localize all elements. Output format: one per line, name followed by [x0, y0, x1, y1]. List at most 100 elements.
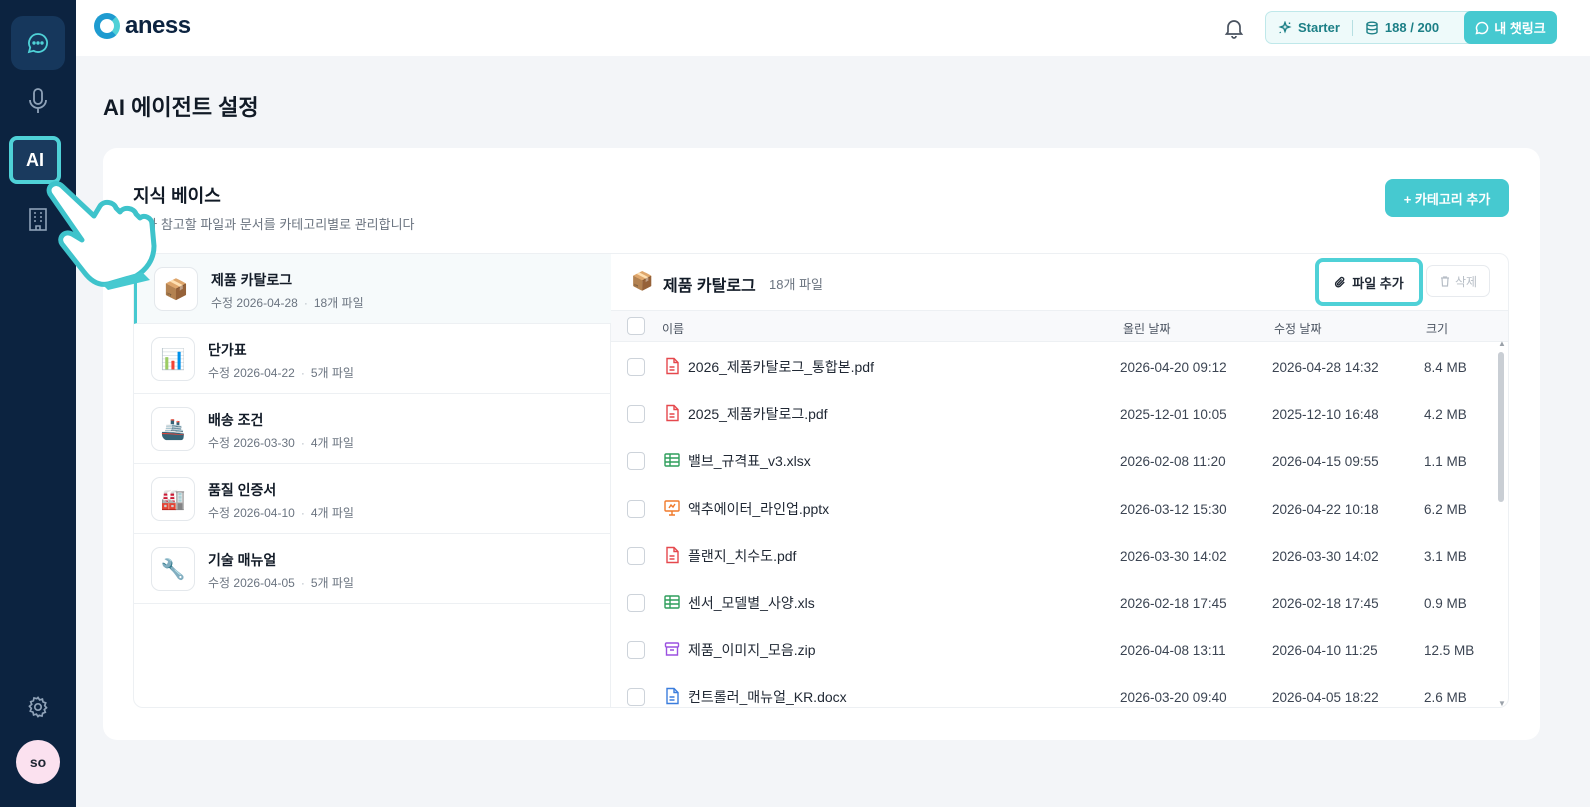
sheet-file-icon: [664, 593, 680, 611]
usage-count: 188 / 200: [1384, 20, 1440, 35]
file-row[interactable]: 2026_제품카탈로그_통합본.pdf 2026-04-20 09:12 2026-…: [611, 343, 1495, 390]
trash-icon: [1440, 276, 1449, 287]
row-checkbox[interactable]: [627, 499, 645, 518]
file-count: 18개 파일: [769, 277, 823, 292]
file-pane: 📦 제품 카탈로그 18개 파일 파일 추가 삭제 이름 올린 날짜 수정 날짜…: [611, 254, 1508, 707]
file-row[interactable]: 컨트롤러_매뉴얼_KR.docx 2026-03-20 09:40 2026-04-…: [611, 673, 1495, 707]
file-row[interactable]: 플랜지_치수도.pdf 2026-03-30 14:02 2026-03-30 14…: [611, 532, 1495, 579]
category-name: 배송 조건: [208, 412, 264, 428]
box-icon: 📦: [631, 271, 654, 291]
file-size: 2.6 MB: [1424, 690, 1467, 706]
doc-file-icon: [664, 687, 680, 705]
category-item[interactable]: 📦 제품 카탈로그 수정 2026-04-28 · 18개 파일: [134, 254, 611, 324]
file-pane-header: 📦 제품 카탈로그 18개 파일 파일 추가 삭제: [611, 254, 1508, 310]
file-row[interactable]: 액추에이터_라인업.pptx 2026-03-12 15:30 2026-04-22…: [611, 485, 1495, 532]
category-meta: 수정 2026-04-28 · 18개 파일: [211, 294, 364, 311]
category-modified: 수정 2026-04-28: [211, 296, 298, 310]
file-name[interactable]: 컨트롤러_매뉴얼_KR.docx: [688, 687, 847, 707]
file-table-header: 이름 올린 날짜 수정 날짜 크기: [611, 310, 1508, 342]
file-modified: 2026-04-05 18:22: [1272, 690, 1379, 706]
file-name[interactable]: 센서_모델별_사양.xls: [688, 593, 815, 613]
category-count: 18개 파일: [313, 296, 364, 310]
file-uploaded: 2026-04-20 09:12: [1120, 360, 1227, 375]
file-name[interactable]: 제품_이미지_모음.zip: [688, 640, 816, 660]
file-row[interactable]: 2025_제품카탈로그.pdf 2025-12-01 10:05 2025-12-1…: [611, 390, 1495, 437]
chat-nav-button[interactable]: [11, 16, 65, 70]
row-checkbox[interactable]: [627, 641, 645, 660]
row-checkbox[interactable]: [627, 546, 645, 565]
file-scrollbar[interactable]: ▲ ▼: [1498, 340, 1506, 707]
category-item[interactable]: 🚢 배송 조건 수정 2026-03-30 · 4개 파일: [134, 394, 611, 464]
row-checkbox[interactable]: [627, 358, 645, 376]
category-icon: 🚢: [151, 407, 195, 451]
knowledge-base-card: 지식 베이스 AI가 참고할 파일과 문서를 카테고리별로 관리합니다 + 카테…: [103, 148, 1540, 740]
file-modified: 2026-04-10 11:25: [1272, 643, 1378, 659]
file-size: 4.2 MB: [1424, 407, 1467, 423]
row-checkbox[interactable]: [627, 688, 645, 707]
zip-file-icon: [664, 640, 680, 658]
row-checkbox[interactable]: [627, 594, 645, 612]
bell-icon: [1224, 20, 1244, 39]
file-name[interactable]: 2025_제품카탈로그.pdf: [688, 404, 828, 424]
category-name: 품질 인증서: [208, 482, 277, 498]
kb-subtitle: AI가 참고할 파일과 문서를 카테고리별로 관리합니다: [133, 217, 415, 232]
file-name[interactable]: 플랜지_치수도.pdf: [688, 546, 796, 566]
delete-label: 삭제: [1454, 274, 1478, 289]
category-icon: 🏭: [151, 477, 195, 521]
scroll-up-arrow[interactable]: ▲: [1498, 340, 1506, 348]
category-icon: 🔧: [151, 547, 195, 591]
scroll-down-arrow[interactable]: ▼: [1498, 700, 1506, 708]
row-checkbox[interactable]: [627, 405, 645, 424]
file-row[interactable]: 밸브_규격표_v3.xlsx 2026-02-08 11:20 2026-04-15…: [611, 437, 1495, 484]
file-size: 8.4 MB: [1424, 360, 1467, 375]
file-name[interactable]: 밸브_규격표_v3.xlsx: [688, 451, 811, 471]
brand-logo[interactable]: aness: [94, 12, 191, 40]
col-uploaded[interactable]: 올린 날짜: [1123, 320, 1171, 337]
user-avatar[interactable]: so: [16, 740, 60, 784]
my-chatlink-button[interactable]: 내 챗링크: [1464, 11, 1557, 44]
file-size: 0.9 MB: [1424, 596, 1467, 611]
file-name[interactable]: 액추에이터_라인업.pptx: [688, 499, 829, 519]
meta-separator: ·: [300, 436, 305, 450]
col-size[interactable]: 크기: [1426, 320, 1448, 337]
plan-name: Starter: [1298, 20, 1340, 35]
add-category-button[interactable]: + 카테고리 추가: [1385, 179, 1509, 217]
file-uploaded: 2026-04-08 13:11: [1120, 643, 1226, 659]
select-all-checkbox[interactable]: [627, 317, 645, 335]
file-name[interactable]: 2026_제품카탈로그_통합본.pdf: [688, 357, 874, 377]
pdf-file-icon: [664, 404, 680, 422]
file-uploaded: 2026-03-30 14:02: [1120, 548, 1227, 564]
sidebar: AI so: [0, 0, 76, 807]
category-icon: 📊: [151, 337, 195, 381]
row-checkbox[interactable]: [627, 452, 645, 471]
file-modified: 2026-04-15 09:55: [1272, 454, 1379, 470]
pdf-file-icon: [664, 357, 680, 375]
logo-ring-icon: [94, 13, 120, 39]
category-item[interactable]: 🔧 기술 매뉴얼 수정 2026-04-05 · 5개 파일: [134, 534, 611, 604]
meta-separator: ·: [300, 576, 305, 590]
file-modified: 2026-04-28 14:32: [1272, 360, 1379, 375]
col-modified[interactable]: 수정 날짜: [1274, 320, 1322, 337]
add-file-button[interactable]: 파일 추가: [1315, 258, 1423, 306]
file-row[interactable]: 제품_이미지_모음.zip 2026-04-08 13:11 2026-04-10 …: [611, 626, 1495, 673]
file-modified: 2026-03-30 14:02: [1272, 548, 1379, 564]
database-icon: [1366, 21, 1378, 35]
category-modified: 수정 2026-04-05: [208, 576, 295, 590]
settings-nav-button[interactable]: [11, 680, 65, 734]
category-list: 📦 제품 카탈로그 수정 2026-04-28 · 18개 파일 📊 단가표 수정 2026-…: [134, 254, 611, 707]
delete-button[interactable]: 삭제: [1426, 265, 1490, 297]
category-meta: 수정 2026-04-22 · 5개 파일: [208, 364, 354, 381]
file-row[interactable]: 센서_모델별_사양.xls 2026-02-18 17:45 2026-02-18 …: [611, 579, 1495, 626]
col-name[interactable]: 이름: [662, 320, 684, 337]
plan-usage-pill[interactable]: Starter 188 / 200: [1265, 11, 1480, 44]
notification-button[interactable]: [1222, 16, 1246, 40]
file-size: 12.5 MB: [1424, 643, 1475, 659]
category-item[interactable]: 📊 단가표 수정 2026-04-22 · 5개 파일: [134, 324, 611, 394]
sheet-file-icon: [664, 451, 680, 469]
category-item[interactable]: 🏭 품질 인증서 수정 2026-04-10 · 4개 파일: [134, 464, 611, 534]
scroll-thumb[interactable]: [1498, 352, 1504, 502]
logo-text: aness: [125, 12, 191, 39]
meta-separator: ·: [300, 506, 305, 520]
voice-nav-button[interactable]: [11, 74, 65, 128]
pointer-hand-icon: [46, 181, 157, 290]
